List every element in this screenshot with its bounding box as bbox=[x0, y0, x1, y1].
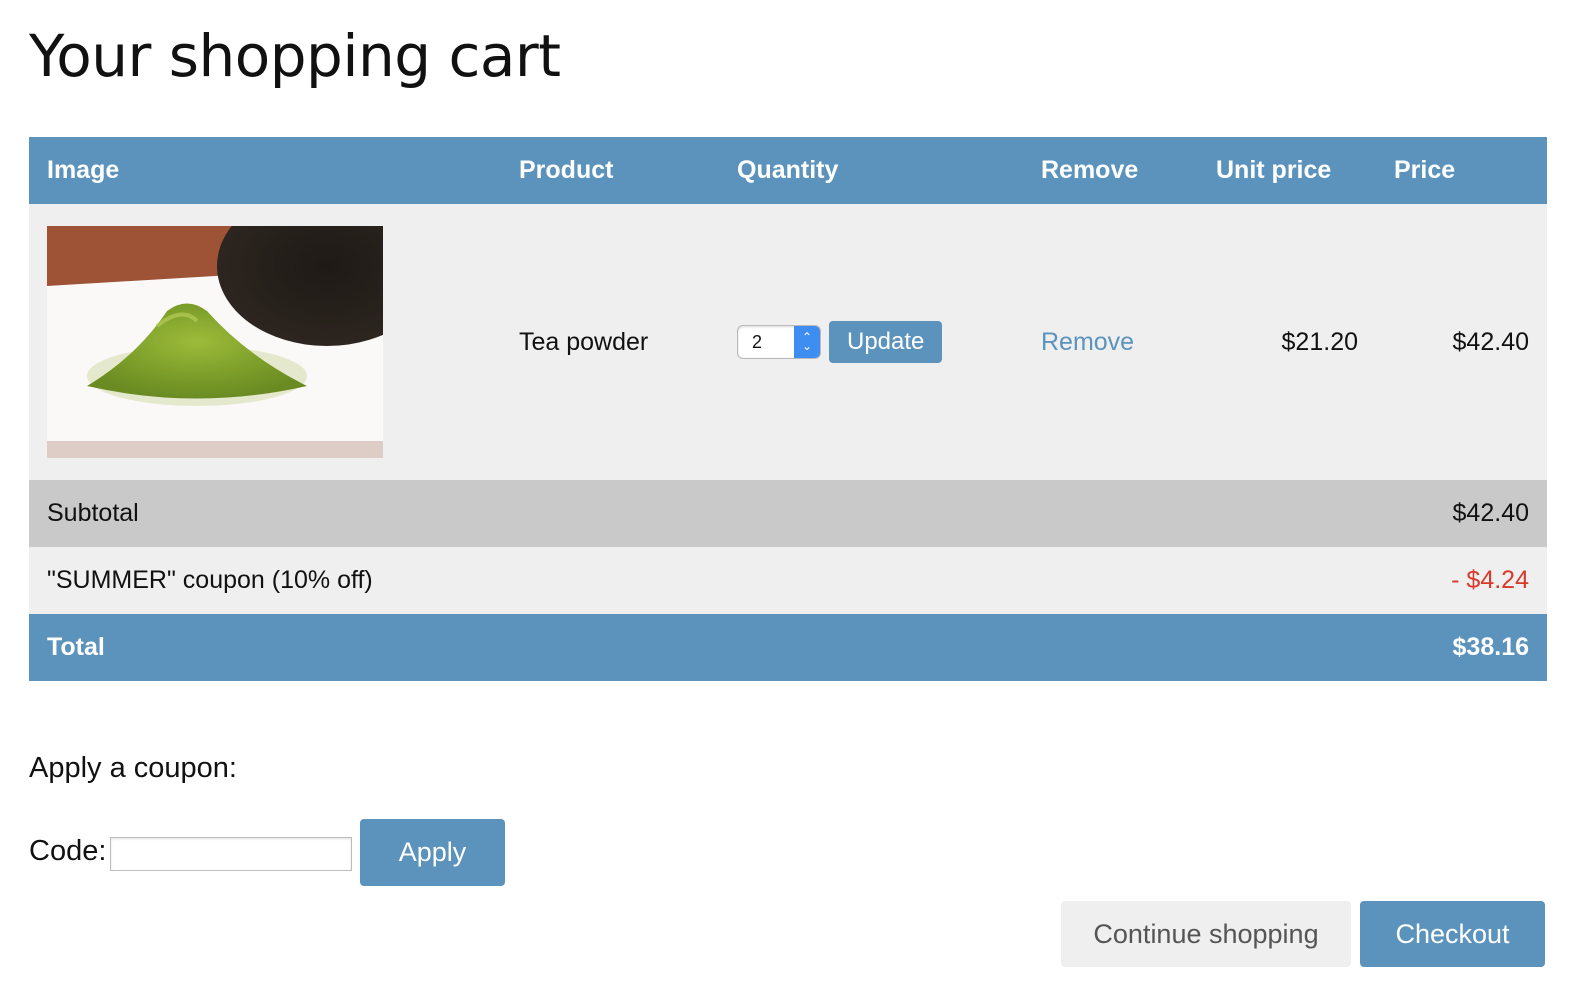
cart-header-row: Image Product Quantity Remove Unit price… bbox=[29, 137, 1547, 204]
total-label: Total bbox=[47, 633, 105, 661]
item-image-cell bbox=[29, 204, 501, 480]
item-product-name: Tea powder bbox=[519, 327, 649, 356]
item-quantity-cell: 2 ⌃ ⌄ Update bbox=[719, 204, 1023, 480]
header-remove: Remove bbox=[1041, 156, 1139, 184]
subtotal-value: $42.40 bbox=[1452, 499, 1529, 527]
coupon-discount-value: - $4.24 bbox=[1451, 566, 1529, 594]
apply-coupon-heading: Apply a coupon: bbox=[29, 752, 237, 784]
item-remove-cell: Remove bbox=[1023, 204, 1198, 480]
header-unit-price: Unit price bbox=[1216, 156, 1332, 184]
header-quantity: Quantity bbox=[737, 156, 839, 184]
total-value: $38.16 bbox=[1452, 633, 1529, 661]
total-row: Total $38.16 bbox=[29, 614, 1547, 681]
apply-button[interactable]: Apply bbox=[360, 819, 505, 886]
item-price: $42.40 bbox=[1452, 327, 1529, 356]
cart-item-row: Tea powder 2 ⌃ ⌄ Update Remove $21.20 $42… bbox=[29, 204, 1547, 480]
cart-table: Image Product Quantity Remove Unit price… bbox=[29, 137, 1547, 681]
tea-powder-image bbox=[47, 226, 383, 458]
subtotal-row: Subtotal $42.40 bbox=[29, 480, 1547, 547]
subtotal-label: Subtotal bbox=[47, 499, 139, 527]
coupon-row: "SUMMER" coupon (10% off) - $4.24 bbox=[29, 547, 1547, 614]
code-label: Code: bbox=[29, 835, 107, 867]
update-button[interactable]: Update bbox=[829, 321, 943, 363]
quantity-stepper[interactable]: 2 ⌃ ⌄ bbox=[737, 325, 821, 359]
coupon-code-input[interactable] bbox=[110, 837, 352, 871]
remove-link[interactable]: Remove bbox=[1041, 328, 1134, 356]
checkout-button[interactable]: Checkout bbox=[1360, 901, 1545, 967]
quantity-value: 2 bbox=[752, 332, 763, 352]
header-price: Price bbox=[1394, 156, 1456, 184]
continue-shopping-button[interactable]: Continue shopping bbox=[1061, 901, 1351, 967]
stepper-arrows-icon[interactable]: ⌃ ⌄ bbox=[794, 326, 820, 358]
header-product: Product bbox=[519, 156, 614, 184]
item-unit-price: $21.20 bbox=[1281, 327, 1358, 356]
header-image: Image bbox=[47, 156, 120, 184]
page-title: Your shopping cart bbox=[29, 22, 561, 90]
coupon-label: "SUMMER" coupon (10% off) bbox=[47, 566, 373, 594]
